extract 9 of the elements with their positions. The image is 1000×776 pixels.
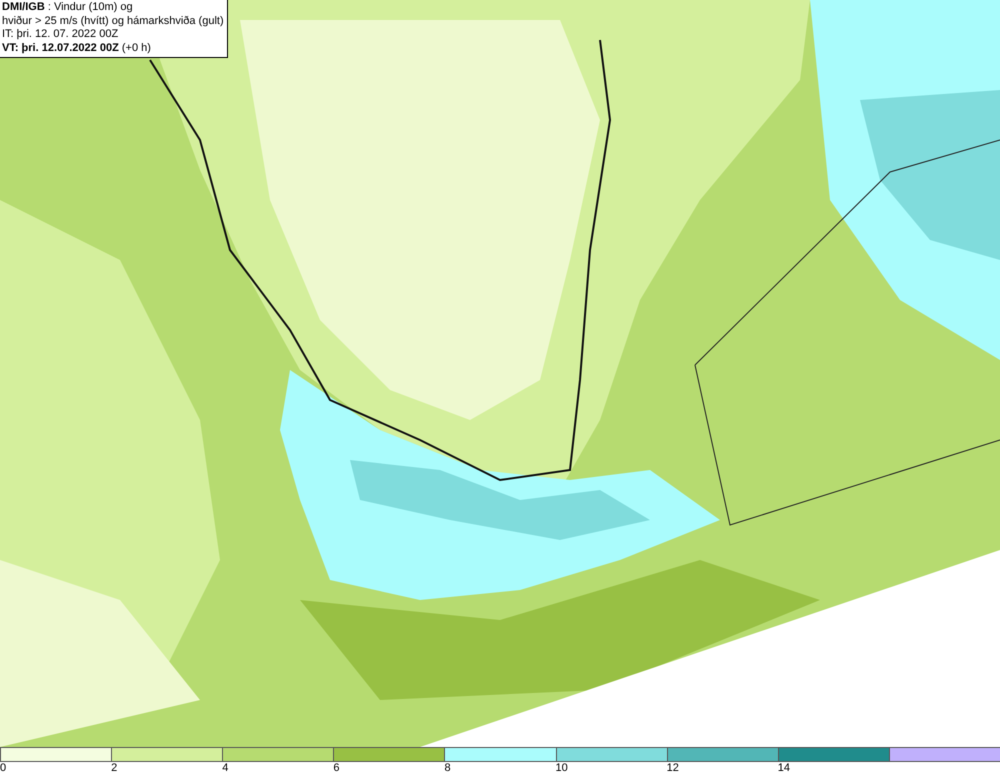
map-caption: DMI/IGB : Vindur (10m) og hviður > 25 m/s (hvítt) og hámarkshviða (gult) IT: þri. 12. 07. 2022 00Z VT: þri. 12.07.2022 00Z (+0 h) [0, 0, 228, 58]
legend-label: 12 [666, 762, 679, 775]
legend-label: 14 [778, 762, 790, 775]
legend-label: 0 [0, 762, 6, 775]
legend-label: 10 [556, 762, 568, 775]
legend-label: 2 [111, 762, 118, 775]
legend-label: 6 [333, 762, 340, 775]
legend-label: 8 [444, 762, 451, 775]
legend-label: 4 [222, 762, 228, 775]
